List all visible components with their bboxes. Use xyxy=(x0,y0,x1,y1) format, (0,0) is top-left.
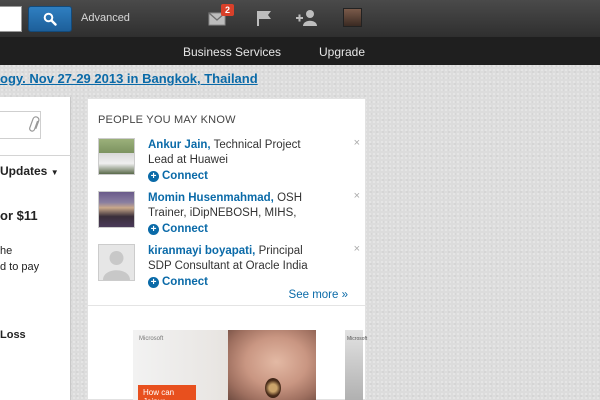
plus-circle-icon: + xyxy=(148,224,159,235)
dismiss-button[interactable]: × xyxy=(354,243,360,255)
search-input[interactable] xyxy=(0,6,22,32)
updates-filter-label: Updates xyxy=(0,164,48,178)
person-name-link[interactable]: Ankur Jain, xyxy=(148,139,211,151)
ad-brand-label: Microsoft xyxy=(347,336,368,342)
ad-cta-text: How can Jaipur xyxy=(138,385,196,400)
flag-icon xyxy=(257,11,271,26)
advertisement-banner[interactable]: Microsoft How can Jaipur xyxy=(133,330,316,400)
offer-text-line: d to pay xyxy=(0,261,40,273)
person-headline: Technical Project xyxy=(213,139,301,151)
connect-button[interactable]: + Connect xyxy=(148,169,343,184)
divider xyxy=(0,155,71,156)
person-info: Ankur Jain, Technical Project Lead at Hu… xyxy=(148,138,343,184)
connect-label: Connect xyxy=(162,276,208,288)
messages-badge: 2 xyxy=(221,4,234,16)
connect-label: Connect xyxy=(162,170,208,182)
event-announcement-link[interactable]: ogy. Nov 27-29 2013 in Bangkok, Thailand xyxy=(0,71,258,86)
plus-circle-icon: + xyxy=(148,171,159,182)
person-silhouette-icon xyxy=(103,251,130,280)
upgrade-link[interactable]: Upgrade xyxy=(319,45,365,59)
add-connection-icon xyxy=(296,10,317,26)
person-photo[interactable] xyxy=(98,138,135,175)
connect-button[interactable]: + Connect xyxy=(148,275,343,290)
advanced-search-link[interactable]: Advanced xyxy=(81,12,130,24)
attach-button[interactable] xyxy=(0,111,41,139)
person-headline: SDP Consultant at Oracle India xyxy=(148,260,308,272)
updates-filter[interactable]: Updates ▼ xyxy=(0,164,59,178)
people-you-may-know-panel: PEOPLE YOU MAY KNOW Ankur Jain, Technica… xyxy=(87,98,367,400)
person-info: Momin Husenmahmad, OSH Trainer, iDipNEBO… xyxy=(148,191,343,237)
person-headline: Lead at Huawei xyxy=(148,154,228,166)
add-connections-button[interactable] xyxy=(295,8,317,28)
advertisement-banner-secondary[interactable]: Microsoft xyxy=(345,330,367,400)
panel-heading: PEOPLE YOU MAY KNOW xyxy=(98,114,236,126)
business-services-link[interactable]: Business Services xyxy=(183,45,281,59)
person-headline: Principal xyxy=(258,245,303,257)
notifications-button[interactable] xyxy=(254,8,276,28)
person-name-link[interactable]: Momin Husenmahmad, xyxy=(148,192,274,204)
connect-button[interactable]: + Connect xyxy=(148,222,343,237)
share-update-column: Updates ▼ or $11 he d to pay Loss xyxy=(0,97,71,400)
person-name-link[interactable]: kiranmayi boyapati, xyxy=(148,245,255,257)
person-headline: OSH xyxy=(277,192,303,204)
default-avatar-icon[interactable] xyxy=(98,244,135,281)
secondary-navigation: Business Services Upgrade xyxy=(0,38,600,65)
offer-price-text: or $11 xyxy=(0,208,38,223)
caret-down-icon: ▼ xyxy=(50,168,59,177)
dismiss-button[interactable]: × xyxy=(354,137,360,149)
see-more-link[interactable]: See more » xyxy=(289,289,348,301)
ad-earring-image xyxy=(265,378,281,398)
profile-avatar[interactable] xyxy=(343,8,362,27)
connect-label: Connect xyxy=(162,223,208,235)
person-photo[interactable] xyxy=(98,191,135,228)
paperclip-icon xyxy=(29,116,40,132)
search-button[interactable] xyxy=(28,6,72,32)
search-icon xyxy=(43,12,57,26)
feed-item-title[interactable]: Loss xyxy=(0,329,26,341)
top-navigation-bar: Advanced 2 xyxy=(0,0,600,38)
plus-circle-icon: + xyxy=(148,277,159,288)
divider xyxy=(88,305,367,306)
offer-text-line: he xyxy=(0,245,13,257)
ad-brand-label: Microsoft xyxy=(139,336,164,342)
dismiss-button[interactable]: × xyxy=(354,190,360,202)
person-headline: Trainer, iDipNEBOSH, MIHS, xyxy=(148,207,297,219)
person-info: kiranmayi boyapati, Principal SDP Consul… xyxy=(148,244,343,290)
